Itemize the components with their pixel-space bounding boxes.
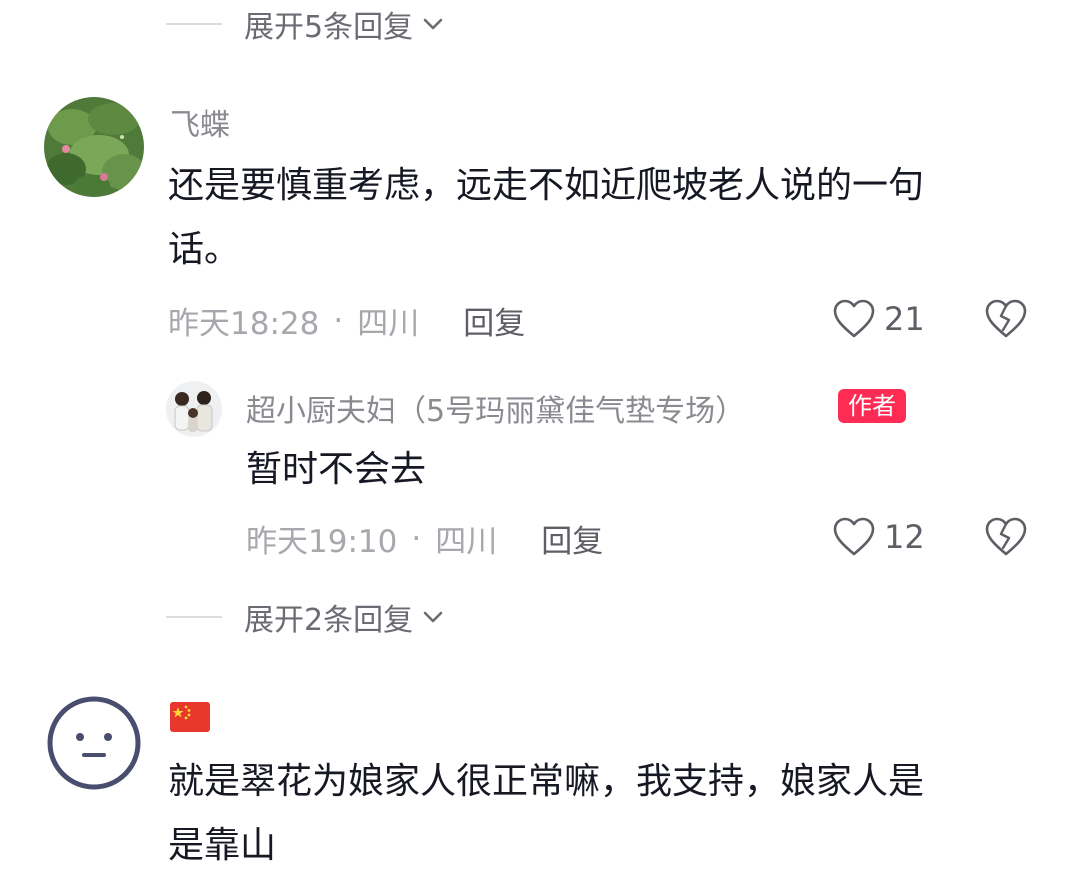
comment-text: 就是翠花为娘家人很正常嘛，我支持，娘家人是 是靠山	[168, 750, 1048, 878]
broken-heart-icon[interactable]	[984, 298, 1028, 340]
family-photo	[166, 381, 222, 437]
comment-text-line: 话。	[168, 229, 241, 270]
reply-text: 暂时不会去	[246, 449, 427, 490]
expand-replies-label: 展开2条回复	[244, 603, 414, 638]
meta-separator: ·	[411, 520, 422, 557]
like-count: 21	[884, 300, 925, 338]
reply-meta: 昨天19:10 · 四川 回复	[246, 516, 603, 561]
avatar-feidie[interactable]	[44, 97, 144, 197]
reply-time: 昨天19:10	[246, 524, 398, 560]
avatar-author[interactable]	[166, 381, 222, 437]
lotus-leaves-photo	[44, 97, 144, 197]
broken-heart-icon[interactable]	[984, 516, 1028, 558]
reply-button[interactable]: 回复	[463, 298, 525, 343]
heart-icon	[833, 299, 875, 338]
heart-icon	[833, 517, 875, 556]
avatar-user2[interactable]	[44, 693, 144, 793]
divider-line	[166, 23, 222, 25]
reply-location: 四川	[435, 524, 498, 560]
divider-line	[166, 616, 222, 618]
comment-username[interactable]: 飞蝶	[170, 100, 230, 144]
like-button[interactable]: 12	[832, 516, 925, 558]
comment-text-line: 还是要慎重考虑，远走不如近爬坡老人说的一句	[168, 165, 925, 206]
comment-time: 昨天18:28	[168, 306, 320, 342]
expand-replies-label: 展开5条回复	[244, 10, 414, 45]
expand-replies-mid[interactable]: 展开2条回复	[166, 597, 445, 638]
like-button[interactable]: 21	[832, 298, 925, 340]
neutral-face-icon	[47, 696, 141, 790]
comment-text: 还是要慎重考虑，远走不如近爬坡老人说的一句 话。	[168, 154, 1048, 282]
china-flag-icon	[170, 702, 210, 732]
chevron-down-icon	[423, 611, 443, 623]
comment-text-line: 是靠山	[168, 825, 277, 866]
chevron-down-icon	[423, 18, 443, 30]
comment-text-line: 就是翠花为娘家人很正常嘛，我支持，娘家人是	[168, 761, 925, 802]
comment-location: 四川	[357, 306, 420, 342]
meta-separator: ·	[333, 302, 344, 339]
author-badge: 作者	[838, 389, 906, 423]
reply-username[interactable]: 超小厨夫妇（5号玛丽黛佳气垫专场）	[246, 386, 745, 430]
comment-meta: 昨天18:28 · 四川 回复	[168, 298, 525, 343]
like-count: 12	[884, 518, 925, 556]
reply-button[interactable]: 回复	[541, 516, 603, 561]
expand-replies-top[interactable]: 展开5条回复	[166, 4, 445, 45]
